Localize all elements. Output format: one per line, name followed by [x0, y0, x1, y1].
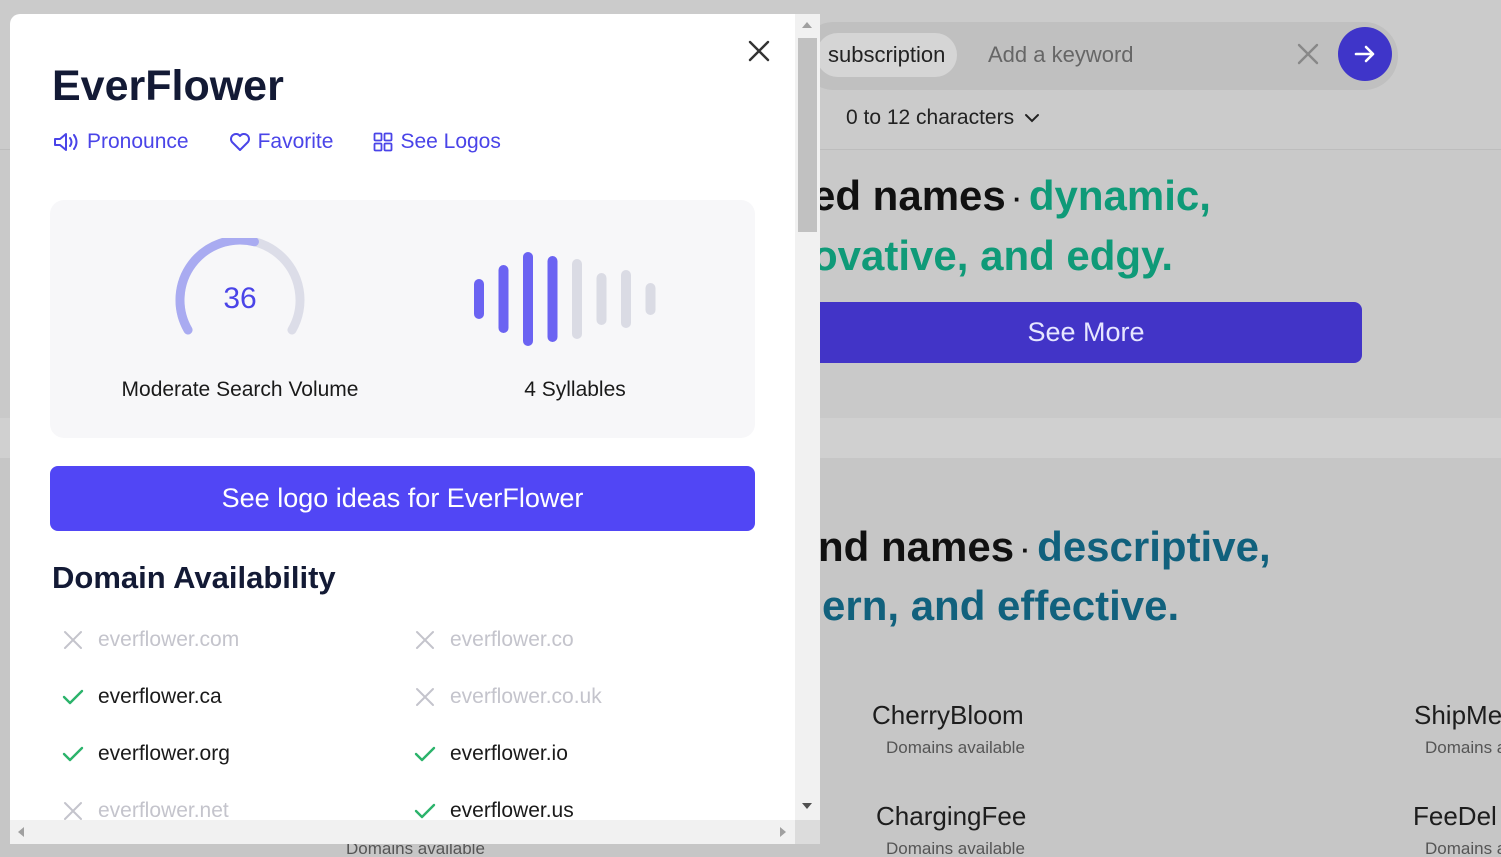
length-filter-label: 0 to 12 characters — [846, 106, 1015, 129]
section2-heading-line1: nd names · descriptive, — [818, 523, 1271, 570]
see-logos-button[interactable]: See Logos — [373, 130, 501, 154]
domain-item[interactable]: everflower.co.uk — [414, 685, 602, 709]
search-submit-button[interactable] — [1338, 27, 1392, 81]
domain-name: everflower.com — [98, 628, 240, 651]
syllable-bar — [547, 256, 558, 342]
domain-name: everflower.net — [98, 799, 229, 820]
arrow-right-icon — [1354, 45, 1375, 63]
check-icon — [62, 746, 84, 762]
scroll-up-icon[interactable] — [801, 21, 813, 29]
name-card-title[interactable]: ShipMe — [1414, 700, 1501, 731]
scroll-down-icon[interactable] — [801, 802, 813, 810]
cross-icon — [64, 802, 82, 820]
syllable-bar — [645, 283, 656, 315]
domain-name: everflower.io — [450, 742, 568, 765]
syllable-bar — [596, 273, 607, 325]
vertical-scroll-thumb[interactable] — [798, 38, 817, 232]
section1-heading-line2: ovative, and edgy. — [812, 232, 1173, 279]
scroll-right-icon[interactable] — [779, 826, 787, 838]
search-volume-value: 36 — [223, 282, 257, 315]
name-card-title[interactable]: ChargingFee — [876, 801, 1026, 832]
search-volume-label: Moderate Search Volume — [121, 378, 359, 401]
domain-name: everflower.org — [98, 742, 230, 765]
section2-heading-line2: ern, and effective. — [822, 582, 1180, 629]
name-title: EverFlower — [52, 62, 284, 110]
name-card-subtitle: Domains a — [1425, 738, 1501, 757]
syllable-bar — [621, 270, 631, 328]
chevron-down-icon — [1025, 114, 1040, 123]
cross-icon — [416, 631, 434, 649]
vertical-scrollbar[interactable] — [795, 14, 820, 820]
domain-availability-heading: Domain Availability — [52, 560, 336, 595]
name-card-subtitle: Domains available — [886, 738, 1025, 757]
name-card-subtitle: Domains available — [886, 839, 1025, 857]
domain-name: everflower.co.uk — [450, 685, 602, 708]
syllables-label: 4 Syllables — [524, 378, 626, 401]
modal-scroll-content[interactable]: EverFlower Pronounce Favorite See Logos … — [10, 14, 795, 820]
name-actions: Pronounce Favorite See Logos — [52, 130, 501, 154]
see-logo-ideas-button[interactable]: See logo ideas for EverFlower — [50, 466, 755, 531]
syllable-bar — [523, 252, 533, 346]
name-card-title[interactable]: FeeDel — [1413, 801, 1497, 832]
domain-name: everflower.us — [450, 799, 574, 820]
keyword-input[interactable] — [988, 38, 1268, 72]
clear-icon[interactable] — [1294, 40, 1322, 68]
domain-item[interactable]: everflower.net — [62, 799, 229, 820]
name-stats-panel: 36 Moderate Search Volume 4 Syllables — [50, 200, 755, 438]
scroll-left-icon[interactable] — [17, 826, 25, 838]
horizontal-scrollbar[interactable] — [10, 820, 795, 844]
domain-name: everflower.ca — [98, 685, 222, 708]
speaker-icon — [54, 133, 78, 151]
syllables-waveform — [474, 252, 656, 346]
keyword-chip[interactable]: subscription — [816, 33, 958, 77]
favorite-label: Favorite — [257, 130, 334, 153]
domain-item[interactable]: everflower.ca — [62, 685, 222, 709]
domain-item[interactable]: everflower.com — [62, 628, 239, 652]
pronounce-label: Pronounce — [87, 130, 189, 153]
domain-item[interactable]: everflower.io — [414, 742, 568, 766]
syllable-bar — [498, 265, 509, 333]
cross-icon — [416, 688, 434, 706]
see-more-button[interactable]: See More — [810, 302, 1362, 363]
name-card-subtitle: Domains a — [1425, 839, 1501, 857]
name-detail-modal: EverFlower Pronounce Favorite See Logos … — [10, 14, 820, 844]
grid-icon — [374, 132, 393, 152]
length-filter-dropdown[interactable]: 0 to 12 characters — [846, 106, 1040, 130]
section1-heading-line1: ed names · dynamic, — [812, 172, 1211, 219]
check-icon — [62, 689, 84, 705]
see-logos-label: See Logos — [400, 130, 501, 153]
name-card-title[interactable]: CherryBloom — [872, 700, 1024, 731]
domain-item[interactable]: everflower.co — [414, 628, 574, 652]
close-icon[interactable] — [746, 38, 772, 64]
favorite-button[interactable]: Favorite — [229, 130, 334, 154]
domain-item[interactable]: everflower.us — [414, 799, 574, 820]
syllable-bar — [572, 259, 582, 339]
check-icon — [414, 803, 436, 819]
pronounce-button[interactable]: Pronounce — [52, 130, 189, 154]
check-icon — [414, 746, 436, 762]
cross-icon — [64, 631, 82, 649]
heart-icon — [229, 133, 250, 151]
scrollbar-corner — [795, 820, 820, 844]
syllable-bar — [474, 279, 484, 319]
domain-item[interactable]: everflower.org — [62, 742, 230, 766]
domain-name: everflower.co — [450, 628, 574, 651]
